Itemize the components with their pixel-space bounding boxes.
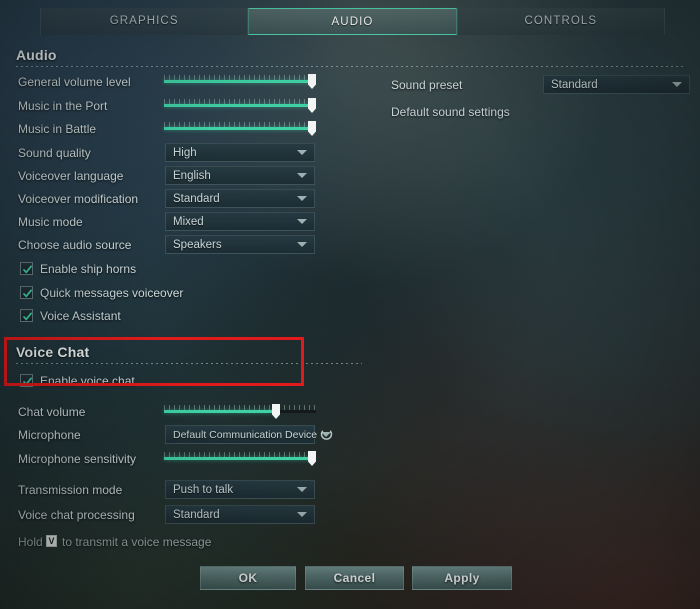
music-mode-dropdown[interactable]: Mixed: [165, 212, 315, 231]
microphone-label: Microphone: [18, 428, 81, 442]
slider-fill: [164, 457, 312, 460]
sound-preset-dropdown[interactable]: Standard: [543, 75, 690, 94]
sound-preset-value: Standard: [551, 78, 598, 91]
music-battle-label: Music in Battle: [18, 122, 97, 136]
checkmark-icon: [22, 377, 33, 386]
chevron-down-icon: [297, 173, 307, 178]
microphone-value: Default Communication Device: [173, 428, 318, 441]
sound-preset-label: Sound preset: [391, 78, 463, 92]
slider-fill: [164, 127, 312, 130]
general-volume-slider[interactable]: [164, 73, 316, 89]
music-battle-slider[interactable]: [164, 120, 316, 136]
tab-audio[interactable]: AUDIO: [248, 8, 457, 35]
audio-source-value: Speakers: [173, 238, 222, 251]
music-mode-value: Mixed: [173, 215, 204, 228]
voiceover-language-label: Voiceover language: [18, 169, 124, 183]
chat-volume-slider[interactable]: [164, 403, 316, 419]
checkmark-icon: [22, 312, 33, 321]
slider-handle[interactable]: [308, 451, 316, 466]
settings-window: GRAPHICS AUDIO CONTROLS Audio General vo…: [0, 0, 700, 609]
quick-messages-voiceover-checkbox[interactable]: [20, 286, 33, 299]
checkmark-icon: [22, 265, 33, 274]
transmission-mode-dropdown[interactable]: Push to talk: [165, 480, 315, 499]
slider-fill: [164, 80, 312, 83]
microphone-sensitivity-slider[interactable]: [164, 450, 316, 466]
voiceover-language-value: English: [173, 169, 211, 182]
sound-quality-dropdown[interactable]: High: [165, 143, 315, 162]
cancel-button[interactable]: Cancel: [305, 566, 404, 590]
voice-chat-processing-dropdown[interactable]: Standard: [165, 505, 315, 524]
chevron-down-icon: [297, 196, 307, 201]
voice-chat-processing-value: Standard: [173, 508, 220, 521]
ok-button[interactable]: OK: [200, 566, 296, 590]
transmission-mode-label: Transmission mode: [18, 483, 123, 497]
tab-bar: GRAPHICS AUDIO CONTROLS: [40, 8, 665, 35]
voiceover-modification-value: Standard: [173, 192, 220, 205]
enable-voice-chat-label: Enable voice chat: [40, 374, 135, 388]
quick-messages-voiceover-label: Quick messages voiceover: [40, 286, 184, 300]
tab-controls[interactable]: CONTROLS: [456, 8, 665, 35]
voiceover-modification-dropdown[interactable]: Standard: [165, 189, 315, 208]
chat-volume-label: Chat volume: [18, 405, 86, 419]
enable-ship-horns-checkbox[interactable]: [20, 262, 33, 275]
chevron-down-icon: [672, 82, 682, 87]
slider-handle[interactable]: [272, 404, 280, 419]
audio-source-label: Choose audio source: [18, 238, 132, 252]
music-mode-label: Music mode: [18, 215, 83, 229]
audio-source-dropdown[interactable]: Speakers: [165, 235, 315, 254]
voice-assistant-checkbox[interactable]: [20, 309, 33, 322]
default-sound-settings-link[interactable]: Default sound settings: [391, 105, 510, 119]
chevron-down-icon: [297, 150, 307, 155]
music-port-label: Music in the Port: [18, 99, 108, 113]
key-badge-v: V: [46, 535, 57, 547]
chevron-down-icon: [297, 512, 307, 517]
tab-graphics[interactable]: GRAPHICS: [40, 8, 249, 35]
slider-handle[interactable]: [308, 121, 316, 136]
music-port-slider[interactable]: [164, 97, 316, 113]
enable-voice-chat-checkbox[interactable]: [20, 374, 33, 387]
transmission-mode-value: Push to talk: [173, 483, 234, 496]
apply-button[interactable]: Apply: [412, 566, 512, 590]
slider-handle[interactable]: [308, 98, 316, 113]
voice-hint-prefix: Hold: [18, 535, 43, 549]
chevron-down-icon: [297, 487, 307, 492]
microphone-dropdown[interactable]: Default Communication Device: [165, 425, 332, 444]
slider-fill: [164, 410, 276, 413]
voiceover-language-dropdown[interactable]: English: [165, 166, 315, 185]
chevron-down-icon: [297, 219, 307, 224]
chevron-down-icon: [297, 242, 307, 247]
slider-handle[interactable]: [308, 74, 316, 89]
sound-quality-label: Sound quality: [18, 146, 91, 160]
voice-chat-section-title: Voice Chat: [16, 344, 90, 360]
refresh-icon[interactable]: [319, 427, 334, 442]
voice-chat-section-divider: [16, 363, 362, 364]
checkmark-icon: [22, 289, 33, 298]
microphone-sensitivity-label: Microphone sensitivity: [18, 452, 137, 466]
audio-section-title: Audio: [16, 47, 57, 63]
voiceover-modification-label: Voiceover modification: [18, 192, 139, 206]
general-volume-label: General volume level: [18, 75, 131, 89]
sound-quality-value: High: [173, 146, 197, 159]
slider-fill: [164, 104, 312, 107]
voice-hint-suffix: to transmit a voice message: [62, 535, 212, 549]
enable-ship-horns-label: Enable ship horns: [40, 262, 137, 276]
voice-chat-processing-label: Voice chat processing: [18, 508, 135, 522]
voice-assistant-label: Voice Assistant: [40, 309, 121, 323]
audio-section-divider: [16, 66, 684, 67]
